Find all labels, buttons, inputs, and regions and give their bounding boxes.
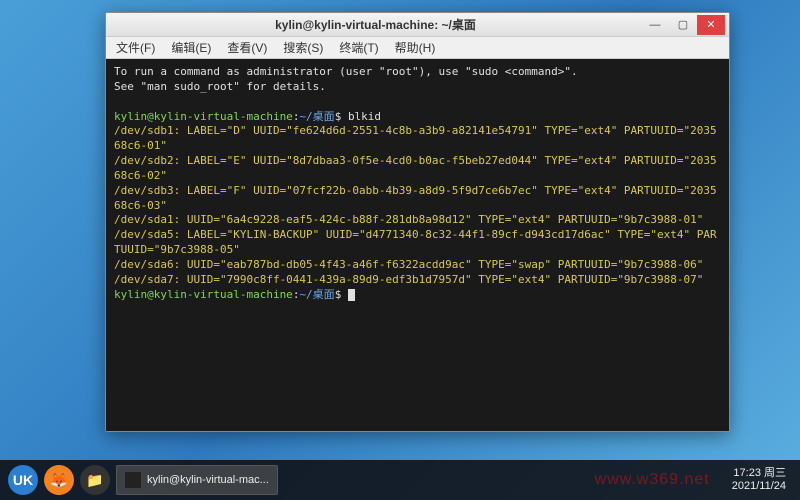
taskbar: UK 🦊 📁 kylin@kylin-virtual-mac... www.w3…	[0, 460, 800, 500]
clock-date: 2021/11/24	[732, 480, 786, 493]
clock-time: 17:23 周三	[732, 467, 786, 480]
window-controls: — ▢ ✕	[641, 15, 725, 35]
firefox-icon[interactable]: 🦊	[44, 465, 74, 495]
clock[interactable]: 17:23 周三 2021/11/24	[726, 467, 792, 493]
menu-edit[interactable]: 编辑(E)	[167, 37, 215, 58]
terminal-body[interactable]: To run a command as administrator (user …	[106, 59, 729, 431]
blkid-line-sdb3: /dev/sdb3: LABEL="F" UUID="07fcf22b-0abb…	[114, 184, 717, 212]
terminal-icon	[125, 472, 141, 488]
cursor-icon	[348, 289, 355, 301]
window-title: kylin@kylin-virtual-machine: ~/桌面	[110, 16, 641, 33]
terminal-window: kylin@kylin-virtual-machine: ~/桌面 — ▢ ✕ …	[105, 12, 730, 432]
menu-file[interactable]: 文件(F)	[112, 37, 159, 58]
close-button[interactable]: ✕	[697, 15, 725, 35]
task-label: kylin@kylin-virtual-mac...	[147, 474, 269, 486]
blkid-line-sda1: /dev/sda1: UUID="6a4c9228-eaf5-424c-b88f…	[114, 213, 703, 226]
blkid-line-sdb2: /dev/sdb2: LABEL="E" UUID="8d7dbaa3-0f5e…	[114, 154, 717, 182]
menu-view[interactable]: 查看(V)	[223, 37, 271, 58]
blkid-line-sda7: /dev/sda7: UUID="7990c8ff-0441-439a-89d9…	[114, 273, 703, 286]
menu-help[interactable]: 帮助(H)	[391, 37, 440, 58]
minimize-button[interactable]: —	[641, 15, 669, 35]
prompt-user: kylin@kylin-virtual-machine	[114, 288, 293, 301]
prompt-user: kylin@kylin-virtual-machine	[114, 110, 293, 123]
start-menu-button[interactable]: UK	[8, 465, 38, 495]
titlebar[interactable]: kylin@kylin-virtual-machine: ~/桌面 — ▢ ✕	[106, 13, 729, 37]
prompt-path: ~/桌面	[299, 110, 334, 123]
blkid-line-sdb1: /dev/sdb1: LABEL="D" UUID="fe624d6d-2551…	[114, 124, 717, 152]
menubar: 文件(F) 编辑(E) 查看(V) 搜索(S) 终端(T) 帮助(H)	[106, 37, 729, 59]
maximize-button[interactable]: ▢	[669, 15, 697, 35]
watermark-text: www.w369.net	[595, 471, 710, 489]
menu-search[interactable]: 搜索(S)	[279, 37, 327, 58]
menu-terminal[interactable]: 终端(T)	[335, 37, 382, 58]
blkid-line-sda5: /dev/sda5: LABEL="KYLIN-BACKUP" UUID="d4…	[114, 228, 717, 256]
prompt-path: ~/桌面	[299, 288, 334, 301]
command-blkid: blkid	[348, 110, 381, 123]
blkid-line-sda6: /dev/sda6: UUID="eab787bd-db05-4f43-a46f…	[114, 258, 703, 271]
sudo-banner: To run a command as administrator (user …	[114, 65, 578, 93]
taskbar-task-terminal[interactable]: kylin@kylin-virtual-mac...	[116, 465, 278, 495]
files-icon[interactable]: 📁	[80, 465, 110, 495]
